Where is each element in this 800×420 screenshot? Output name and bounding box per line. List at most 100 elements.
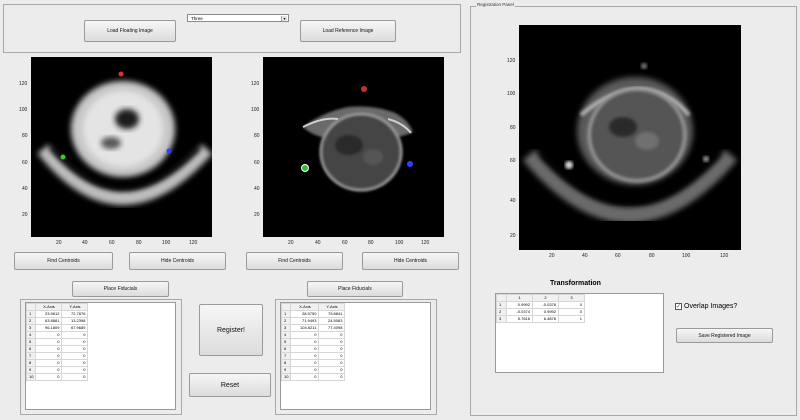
row-header: 7: [280, 352, 292, 360]
floating-image-axes[interactable]: [31, 57, 212, 237]
floating-fiducials-table[interactable]: X-Axis Y-Axis 1 23.9612 72.7876 2 63.8881 13.…: [25, 302, 176, 410]
place-fiducials-reference-button[interactable]: Place Fiducials: [307, 281, 403, 297]
table-cell[interactable]: -0.0378: [532, 301, 559, 309]
table-cell[interactable]: 104.6211: [290, 324, 320, 332]
row-header: 2: [496, 308, 507, 316]
table-cell[interactable]: 0: [61, 331, 89, 339]
table-cell[interactable]: 0: [61, 359, 89, 367]
table-cell[interactable]: -0.0374: [506, 308, 533, 316]
reference-image-axes[interactable]: [263, 57, 444, 237]
table-cell[interactable]: 0: [290, 359, 320, 367]
table-row: 3 104.6211 77.4098: [280, 324, 346, 332]
register-button[interactable]: Register!: [199, 304, 263, 356]
table-cell[interactable]: 0: [290, 338, 320, 346]
table-cell[interactable]: 24.5083: [318, 317, 346, 325]
table-cell[interactable]: 0: [318, 373, 346, 381]
table-cell[interactable]: 0: [318, 331, 346, 339]
table-cell[interactable]: 0: [61, 345, 89, 353]
table-cell[interactable]: 77.4098: [318, 324, 346, 332]
table-cell[interactable]: 0: [318, 359, 346, 367]
y-tick: 100: [251, 107, 260, 113]
table-cell[interactable]: 0: [290, 352, 320, 360]
row-header: 1: [496, 301, 507, 309]
x-tick: 60: [342, 240, 348, 246]
table-cell[interactable]: 13.2398: [61, 317, 89, 325]
row-header: 1: [280, 310, 292, 318]
fiducial-marker-green: [301, 164, 309, 172]
table-cell[interactable]: 0: [35, 366, 63, 374]
table-cell[interactable]: 0: [290, 373, 320, 381]
table-cell[interactable]: 0.9992: [506, 301, 533, 309]
reference-fiducials-table[interactable]: X-Axis Y-Axis 1 28.9750 79.8841 2 71.9493 24.…: [280, 302, 431, 410]
table-row: 900: [280, 366, 346, 374]
table-cell[interactable]: 1: [558, 315, 585, 323]
find-centroids-reference-button[interactable]: Find Centroids: [246, 252, 343, 270]
table-cell[interactable]: 23.9612: [35, 310, 63, 318]
y-tick: 60: [22, 160, 28, 166]
row-header: 6: [280, 345, 292, 353]
table-cell[interactable]: 0: [290, 345, 320, 353]
load-floating-image-button[interactable]: Load Floating Image: [84, 20, 176, 42]
table-cell[interactable]: 0: [35, 359, 63, 367]
table-cell[interactable]: 0: [35, 338, 63, 346]
table-cell[interactable]: 0: [318, 352, 346, 360]
y-tick: 40: [254, 186, 260, 192]
table-row: 2 63.8881 13.2398: [25, 317, 89, 325]
hide-centroids-reference-button[interactable]: Hide Centroids: [362, 252, 459, 270]
table-cell[interactable]: 71.9493: [290, 317, 320, 325]
table-cell[interactable]: 0: [35, 331, 63, 339]
fiducial-marker-left: [565, 161, 573, 169]
save-registered-image-button[interactable]: Save Registered Image: [676, 328, 773, 343]
reset-button[interactable]: Reset: [189, 373, 271, 397]
table-cell[interactable]: 0: [290, 366, 320, 374]
table-cell[interactable]: 0: [35, 345, 63, 353]
table-cell[interactable]: 79.8841: [318, 310, 346, 318]
table-cell[interactable]: 0: [61, 366, 89, 374]
table-cell[interactable]: 0: [318, 345, 346, 353]
y-tick: 60: [254, 160, 260, 166]
table-cell[interactable]: 5.7616: [506, 315, 533, 323]
table-cell[interactable]: 0.9992: [532, 308, 559, 316]
table-cell[interactable]: 0: [558, 308, 585, 316]
row-header: 2: [280, 317, 292, 325]
corner-header: [496, 294, 507, 302]
table-cell[interactable]: 0: [558, 301, 585, 309]
overlap-images-checkbox[interactable]: ✓ Overlap Images?: [675, 303, 737, 310]
registered-image: [519, 25, 741, 250]
table-cell[interactable]: 0: [35, 352, 63, 360]
y-tick: 40: [510, 198, 516, 204]
row-header: 9: [25, 366, 37, 374]
table-cell[interactable]: 6.4878: [532, 315, 559, 323]
table-cell[interactable]: 0: [61, 352, 89, 360]
table-cell[interactable]: 96.1809: [35, 324, 63, 332]
column-header: 1: [506, 294, 533, 302]
load-reference-image-button[interactable]: Load Reference Image: [300, 20, 396, 42]
method-select[interactable]: Three ▾: [187, 14, 289, 22]
table-cell[interactable]: 63.8881: [35, 317, 63, 325]
x-tick: 40: [582, 253, 588, 259]
table-row: 10 0 0: [25, 373, 89, 381]
fiducial-marker-blue: [166, 148, 172, 154]
table-row: 600: [280, 345, 346, 353]
place-fiducials-floating-button[interactable]: Place Fiducials: [72, 281, 169, 297]
registration-panel-title: Registration Panel: [476, 2, 515, 7]
row-header: 6: [25, 345, 37, 353]
transformation-table[interactable]: 1 2 3 1 0.9992 -0.0378 0 2 -0.0374 0.9992 0 3 5.7…: [495, 293, 664, 373]
row-header: 1: [25, 310, 37, 318]
table-cell[interactable]: 0: [61, 373, 89, 381]
table-cell[interactable]: 0: [290, 331, 320, 339]
registered-image-axes[interactable]: [519, 25, 741, 250]
reference-fiducials-grid: X-Axis Y-Axis 1 28.9750 79.8841 2 71.9493 24.…: [280, 303, 346, 381]
find-centroids-floating-button[interactable]: Find Centroids: [14, 252, 113, 270]
table-cell[interactable]: 0: [61, 338, 89, 346]
y-tick: 120: [251, 81, 260, 87]
table-cell[interactable]: 28.9750: [290, 310, 320, 318]
table-row: 700: [280, 352, 346, 360]
table-cell[interactable]: 0: [35, 373, 63, 381]
table-cell[interactable]: 0: [318, 338, 346, 346]
table-cell[interactable]: 67.9689: [61, 324, 89, 332]
hide-centroids-floating-button[interactable]: Hide Centroids: [129, 252, 226, 270]
table-cell[interactable]: 72.7876: [61, 310, 89, 318]
fiducial-marker-right: [703, 156, 709, 162]
table-cell[interactable]: 0: [318, 366, 346, 374]
